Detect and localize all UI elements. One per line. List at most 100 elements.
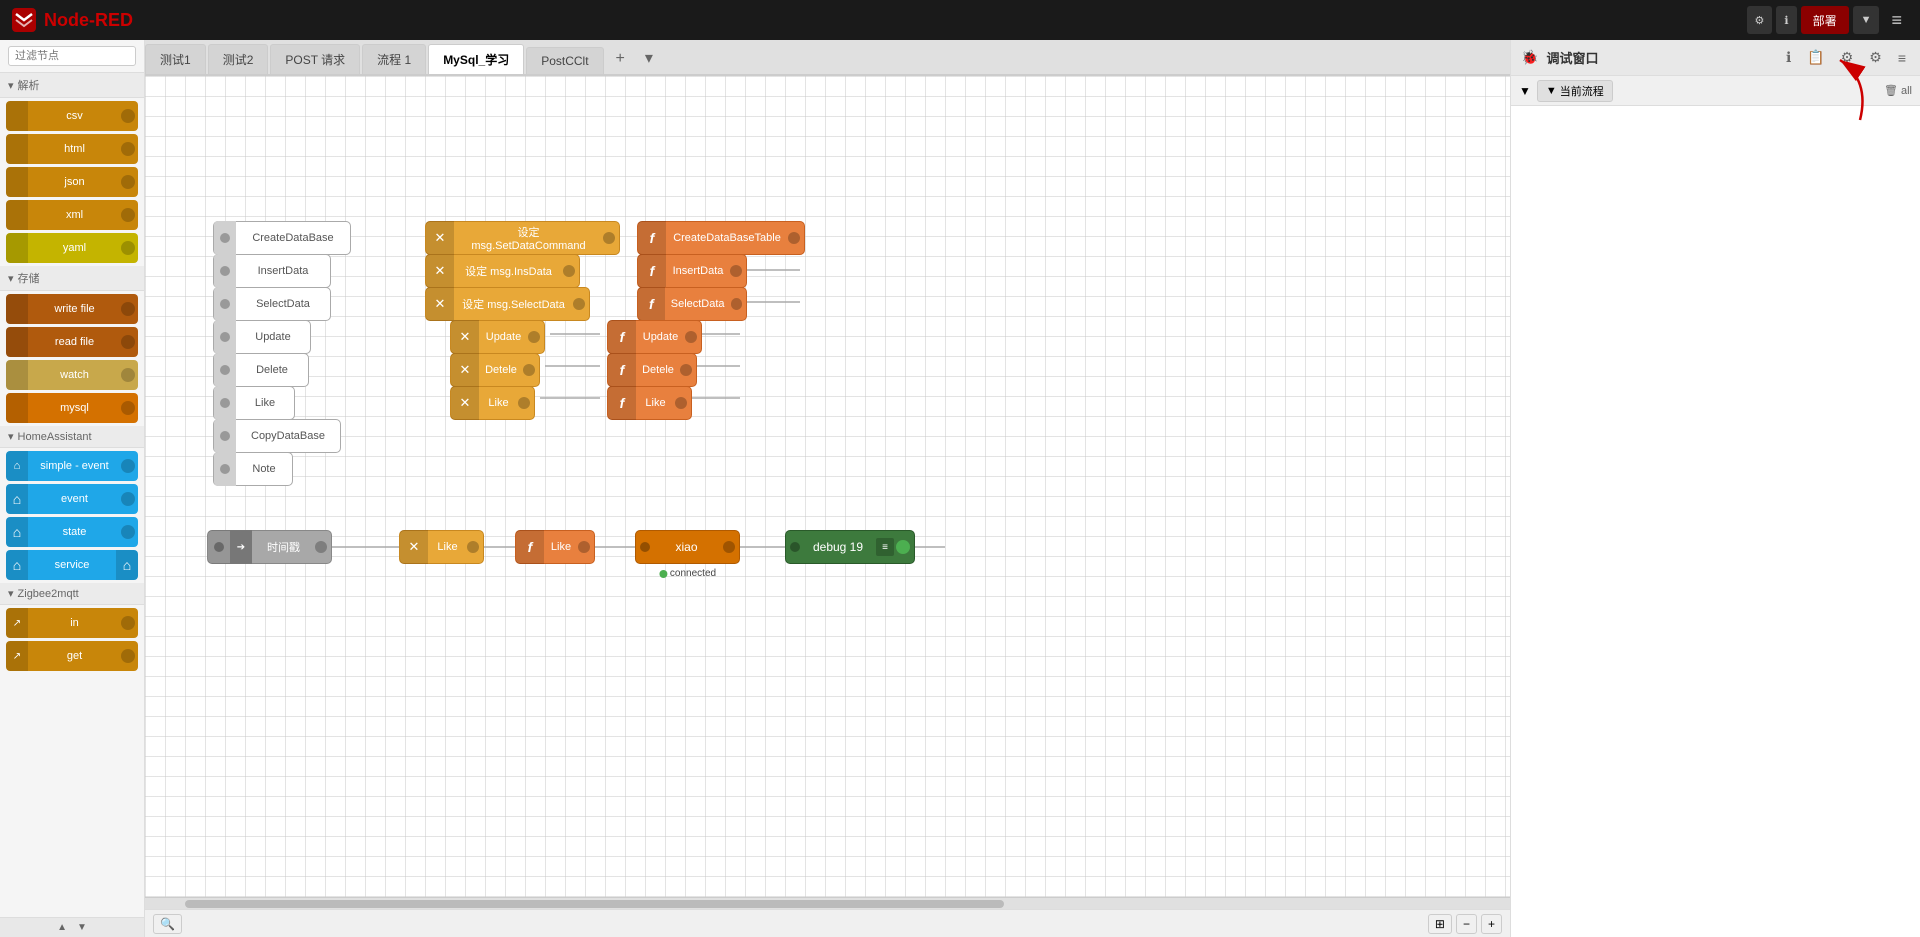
node-set-selectdata[interactable]: ✕ 设定 msg.SelectData <box>425 287 590 321</box>
node-json[interactable]: json <box>6 167 138 197</box>
right-panel-close-btn[interactable]: ≡ <box>1894 48 1910 68</box>
node-service[interactable]: ⌂ service ⌂ <box>6 550 138 580</box>
section-zigbee2mqtt[interactable]: ▾ Zigbee2mqtt <box>0 583 144 605</box>
node-createdb-label: CreateDataBase <box>236 232 350 244</box>
chevron-down-icon: ▾ <box>8 79 14 92</box>
search-canvas-button[interactable]: 🔍 <box>153 914 182 934</box>
node-event[interactable]: ⌂ event <box>6 484 138 514</box>
node-update2[interactable]: ✕ Update <box>450 320 545 354</box>
add-tab-button[interactable]: + <box>606 44 635 74</box>
node-html[interactable]: html <box>6 134 138 164</box>
func-selectdata-port <box>731 298 742 310</box>
node-func-createdb[interactable]: f CreateDataBaseTable <box>637 221 805 255</box>
func-like2-port <box>675 397 687 409</box>
node-delete-comment[interactable]: Delete <box>213 353 309 387</box>
event-port <box>121 492 135 506</box>
copydatabase-port-left <box>214 419 236 453</box>
filter-label: 当前流程 <box>1560 83 1604 99</box>
node-update-comment-label: Update <box>236 331 310 343</box>
debug-panel-content <box>1511 106 1920 937</box>
node-func-like2[interactable]: f Like <box>607 386 692 420</box>
canvas-hscroll[interactable] <box>145 897 1510 909</box>
clear-debug-button[interactable]: 🗑 all <box>1884 84 1912 97</box>
html-icon <box>6 134 28 164</box>
topbar-settings-btn[interactable]: ⚙ <box>1747 6 1773 34</box>
xml-port <box>121 208 135 222</box>
tabs-overflow-button[interactable]: ▾ <box>635 42 663 74</box>
sidebar-content: ▾ 解析 csv html json xml <box>0 73 144 917</box>
tab-post[interactable]: POST 请求 <box>270 44 360 74</box>
node-xml[interactable]: xml <box>6 200 138 230</box>
node-func-detele[interactable]: f Detele <box>607 353 697 387</box>
node-note-comment[interactable]: Note <box>213 452 293 486</box>
node-get[interactable]: ↗ get <box>6 641 138 671</box>
node-like-comment[interactable]: Like <box>213 386 295 420</box>
zoom-in-button[interactable]: + <box>1481 914 1502 934</box>
node-yaml[interactable]: yaml <box>6 233 138 263</box>
right-panel-info-btn[interactable]: ℹ <box>1782 47 1795 68</box>
zoom-fit-button[interactable]: ⊞ <box>1428 914 1452 934</box>
node-set-insdata[interactable]: ✕ 设定 msg.InsData <box>425 254 580 288</box>
debug19-list-icon: ≡ <box>876 538 894 556</box>
node-mysql[interactable]: mysql <box>6 393 138 423</box>
sidebar-scroll-up[interactable]: ▲ <box>57 920 67 935</box>
tab-postcclt[interactable]: PostCClt <box>526 47 603 74</box>
node-in[interactable]: ↗ in <box>6 608 138 638</box>
filter-icon-2: ▼ <box>1546 85 1557 97</box>
tab-test2[interactable]: 测试2 <box>208 44 269 74</box>
node-func-insdata[interactable]: f InsertData <box>637 254 747 288</box>
node-change-like[interactable]: ✕ Like <box>399 530 484 564</box>
node-func-update[interactable]: f Update <box>607 320 702 354</box>
node-insertdata-comment[interactable]: InsertData <box>213 254 331 288</box>
service-icon-left: ⌂ <box>6 550 28 580</box>
node-detele[interactable]: ✕ Detele <box>450 353 540 387</box>
right-panel-expand-btn[interactable]: ⚙ <box>1865 47 1886 68</box>
func-like3-icon: f <box>516 530 544 564</box>
section-homeassistant[interactable]: ▾ HomeAssistant <box>0 426 144 448</box>
node-set-createdb[interactable]: ✕ 设定 msg.SetDataCommand <box>425 221 620 255</box>
right-panel-settings-btn[interactable]: ⚙ <box>1837 47 1858 68</box>
node-note-comment-label: Note <box>236 463 292 475</box>
node-write-file[interactable]: write file <box>6 294 138 324</box>
topbar-dropdown-btn[interactable]: ▼ <box>1853 6 1880 34</box>
node-debug19-label: debug 19 <box>800 540 876 554</box>
inject-timer-port <box>315 541 327 553</box>
node-mqtt-xiao[interactable]: xiao connected <box>635 530 740 564</box>
hamburger-menu-button[interactable]: ≡ <box>1883 6 1910 35</box>
topbar-info-btn[interactable]: ℹ <box>1776 6 1796 34</box>
node-read-file[interactable]: read file <box>6 327 138 357</box>
tab-test1[interactable]: 测试1 <box>145 44 206 74</box>
node-csv[interactable]: csv <box>6 101 138 131</box>
section-parse[interactable]: ▾ 解析 <box>0 73 144 98</box>
func-insdata-icon: f <box>638 254 666 288</box>
section-storage[interactable]: ▾ 存储 <box>0 266 144 291</box>
tab-mysql[interactable]: MySql_学习 <box>428 44 524 74</box>
node-simple-event[interactable]: ⌂ simple - event <box>6 451 138 481</box>
simple-event-icon: ⌂ <box>6 451 28 481</box>
center-area: 测试1 测试2 POST 请求 流程 1 MySql_学习 PostCClt +… <box>145 40 1510 937</box>
node-copydatabase-comment[interactable]: CopyDataBase <box>213 419 341 453</box>
canvas-container[interactable]: CreateDataBase InsertData SelectData Upd… <box>145 76 1510 897</box>
right-panel-copy-btn[interactable]: 📋 <box>1803 47 1828 68</box>
filter-current-flow-button[interactable]: ▼ 当前流程 <box>1537 80 1613 102</box>
func-detele-icon: f <box>608 353 636 387</box>
node-set-createdb-label: 设定 msg.SetDataCommand <box>454 224 603 252</box>
node-like2[interactable]: ✕ Like <box>450 386 535 420</box>
deploy-button[interactable]: 部署 <box>1801 6 1849 34</box>
sidebar-scroll-down[interactable]: ▼ <box>77 920 87 935</box>
zoom-out-button[interactable]: − <box>1456 914 1477 934</box>
node-watch[interactable]: watch <box>6 360 138 390</box>
like-port-left <box>214 386 236 420</box>
node-inject-timer[interactable]: ➔ 时间戳 <box>207 530 332 564</box>
node-func-selectdata[interactable]: f SelectData <box>637 287 747 321</box>
right-panel-toolbar: ▼ ▼ 当前流程 🗑 all <box>1511 76 1920 106</box>
node-createdb[interactable]: CreateDataBase <box>213 221 351 255</box>
node-func-like3[interactable]: f Like <box>515 530 595 564</box>
node-update-comment[interactable]: Update <box>213 320 311 354</box>
search-input[interactable] <box>8 46 136 66</box>
tab-flow1[interactable]: 流程 1 <box>362 44 426 74</box>
xml-icon <box>6 200 28 230</box>
node-debug19[interactable]: debug 19 ≡ <box>785 530 915 564</box>
node-selectdata-comment[interactable]: SelectData <box>213 287 331 321</box>
node-state[interactable]: ⌂ state <box>6 517 138 547</box>
